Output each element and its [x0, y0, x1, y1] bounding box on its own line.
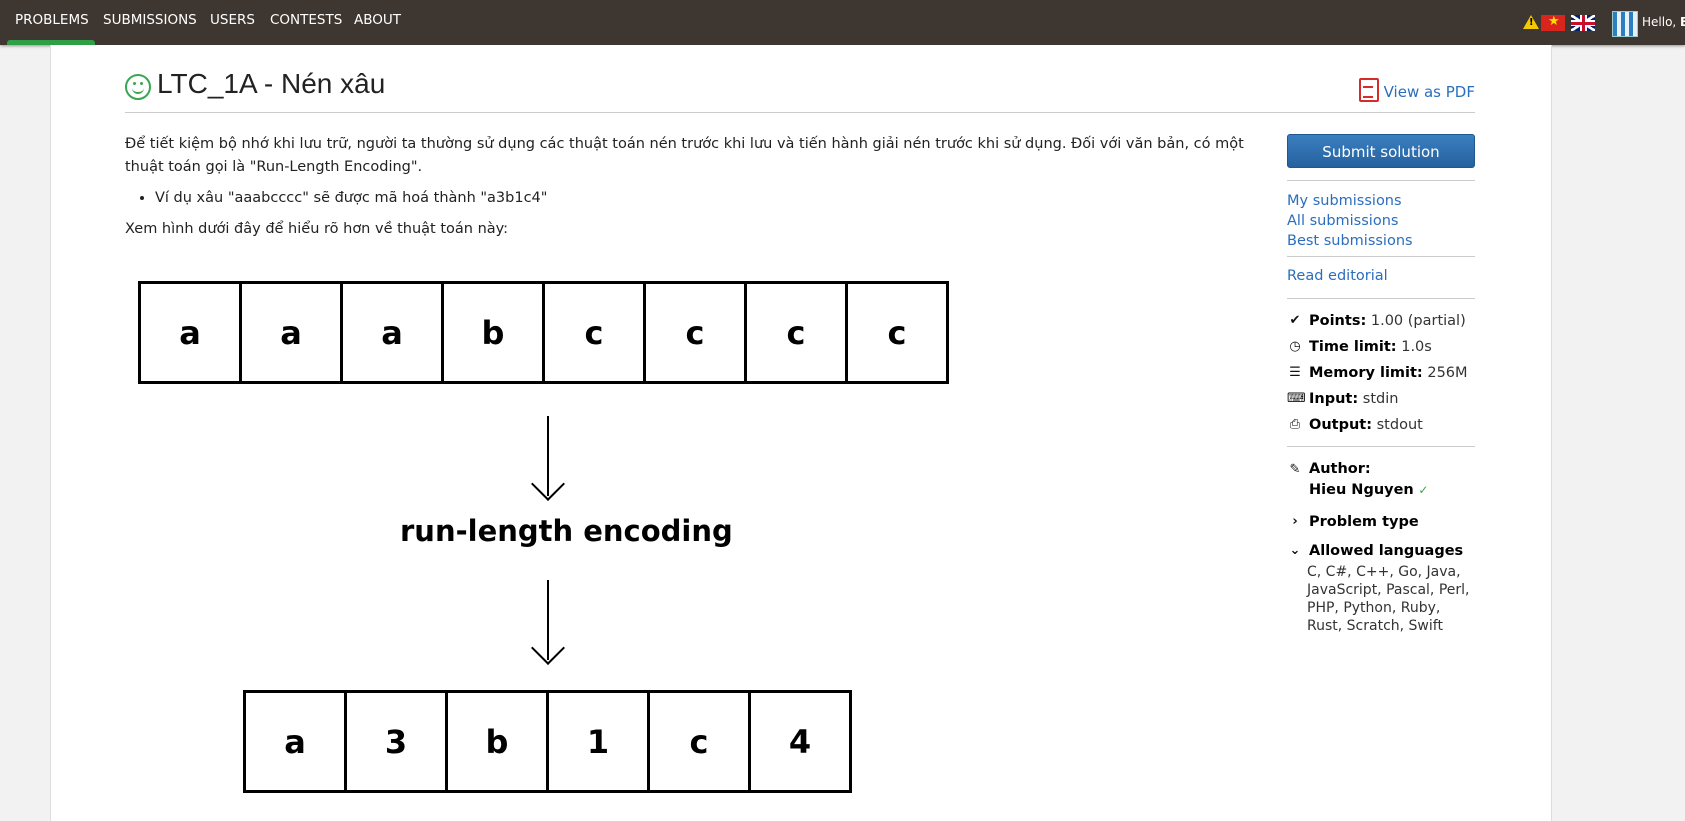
clock-icon: ◷ [1289, 339, 1301, 354]
statement-paragraph-2: Xem hình dưới đây để hiểu rõ hơn về thuậ… [125, 221, 509, 237]
input-cell: b [441, 281, 545, 384]
nav-submissions[interactable]: SUBMISSIONS [103, 0, 197, 45]
chevron-right-icon: › [1292, 514, 1298, 529]
uk-flag-icon[interactable] [1571, 15, 1595, 31]
author-row: ✎ Author: [1287, 459, 1475, 480]
points-value: 1.00 (partial) [1370, 313, 1466, 329]
view-pdf-link[interactable]: View as PDF [1358, 78, 1475, 102]
solved-smile-icon [125, 74, 151, 100]
user-greeting[interactable]: Hello, B [1642, 0, 1685, 45]
encoding-label: run-length encoding [400, 514, 733, 548]
time-limit-label: Time limit: [1309, 339, 1397, 355]
problem-sidebar: Submit solution My submissions All submi… [1287, 134, 1475, 635]
author-label: Author: [1309, 461, 1371, 477]
output-label: Output: [1309, 417, 1373, 433]
check-icon: ✔ [1289, 313, 1301, 328]
greeting-text: Hello, [1642, 15, 1681, 29]
problem-type-toggle[interactable]: › Problem type [1287, 509, 1475, 535]
time-limit-row: ◷ Time limit: 1.0s [1287, 334, 1475, 360]
page-title: LTC_1A - Nén xâu [157, 68, 386, 99]
vietnam-flag-icon[interactable]: ★ [1541, 14, 1565, 31]
input-cell: c [744, 281, 848, 384]
nav-contests[interactable]: CONTESTS [270, 0, 342, 45]
output-cells: a 3 b 1 c 4 [243, 690, 852, 793]
output-cell: 3 [344, 690, 448, 793]
best-submissions-link[interactable]: Best submissions [1287, 231, 1475, 251]
input-cell: a [239, 281, 343, 384]
chevron-down-icon: ⌄ [1289, 543, 1301, 558]
output-cell: c [647, 690, 751, 793]
down-arrow-icon [528, 416, 568, 501]
nav-problems[interactable]: PROBLEMS [7, 0, 95, 45]
nav-about[interactable]: ABOUT [354, 0, 401, 45]
all-submissions-link[interactable]: All submissions [1287, 211, 1475, 231]
points-row: ✔ Points: 1.00 (partial) [1287, 308, 1475, 334]
output-value: stdout [1376, 417, 1423, 433]
problem-info: ✔ Points: 1.00 (partial) ◷ Time limit: 1… [1287, 299, 1475, 446]
input-cell: a [340, 281, 444, 384]
input-cell: c [643, 281, 747, 384]
input-cell: a [138, 281, 242, 384]
nav-users[interactable]: USERS [210, 0, 255, 45]
memory-limit-label: Memory limit: [1309, 365, 1423, 381]
pdf-icon [1358, 78, 1379, 102]
read-editorial-link[interactable]: Read editorial [1287, 266, 1475, 286]
input-row: ⌨ Input: stdin [1287, 386, 1475, 412]
view-pdf-label: View as PDF [1383, 83, 1475, 101]
edit-icon: ✎ [1289, 462, 1301, 477]
user-avatar[interactable] [1612, 11, 1638, 37]
problem-statement: Để tiết kiệm bộ nhớ khi lưu trữ, người t… [125, 133, 1265, 241]
output-cell: b [445, 690, 549, 793]
author-name-row[interactable]: Hieu Nguyen ✓ [1287, 480, 1475, 501]
printer-icon: ⎙ [1289, 417, 1301, 432]
statement-list: Ví dụ xâu "aaabcccc" sẽ được mã hoá thàn… [125, 187, 1265, 210]
output-cell: 1 [546, 690, 650, 793]
memory-limit-row: ☰ Memory limit: 256M [1287, 360, 1475, 386]
my-submissions-link[interactable]: My submissions [1287, 191, 1475, 211]
allowed-languages-list: C, C#, C++, Go, Java, JavaScript, Pascal… [1307, 564, 1470, 634]
points-label: Points: [1309, 313, 1367, 329]
input-label: Input: [1309, 391, 1359, 407]
warning-icon[interactable]: ! [1523, 15, 1539, 29]
output-cell: 4 [748, 690, 852, 793]
server-icon: ☰ [1289, 365, 1301, 380]
submission-links: My submissions All submissions Best subm… [1287, 181, 1475, 256]
keyboard-icon: ⌨ [1287, 391, 1306, 406]
statement-paragraph: Để tiết kiệm bộ nhớ khi lưu trữ, người t… [125, 136, 1244, 175]
top-navbar: PROBLEMS SUBMISSIONS USERS CONTESTS ABOU… [0, 0, 1685, 45]
problem-header: LTC_1A - Nén xâu View as PDF [125, 66, 1475, 113]
down-arrow-icon [528, 580, 568, 665]
output-row: ⎙ Output: stdout [1287, 412, 1475, 438]
submit-solution-button[interactable]: Submit solution [1287, 134, 1475, 168]
input-cell: c [845, 281, 949, 384]
memory-limit-value: 256M [1427, 365, 1468, 381]
time-limit-value: 1.0s [1401, 339, 1432, 355]
allowed-languages-toggle[interactable]: ⌄ Allowed languages [1287, 539, 1475, 563]
input-cell: c [542, 281, 646, 384]
allowed-languages-label: Allowed languages [1309, 543, 1464, 559]
problem-type-label: Problem type [1309, 514, 1419, 530]
input-value: stdin [1362, 391, 1399, 407]
input-cells: a a a b c c c c [138, 281, 949, 384]
author-name[interactable]: Hieu Nguyen [1309, 482, 1414, 498]
statement-bullet: Ví dụ xâu "aaabcccc" sẽ được mã hoá thàn… [155, 187, 1265, 210]
username: B [1680, 15, 1685, 29]
output-cell: a [243, 690, 347, 793]
author-section: ✎ Author: Hieu Nguyen ✓ [1287, 447, 1475, 501]
verified-icon: ✓ [1418, 483, 1429, 497]
